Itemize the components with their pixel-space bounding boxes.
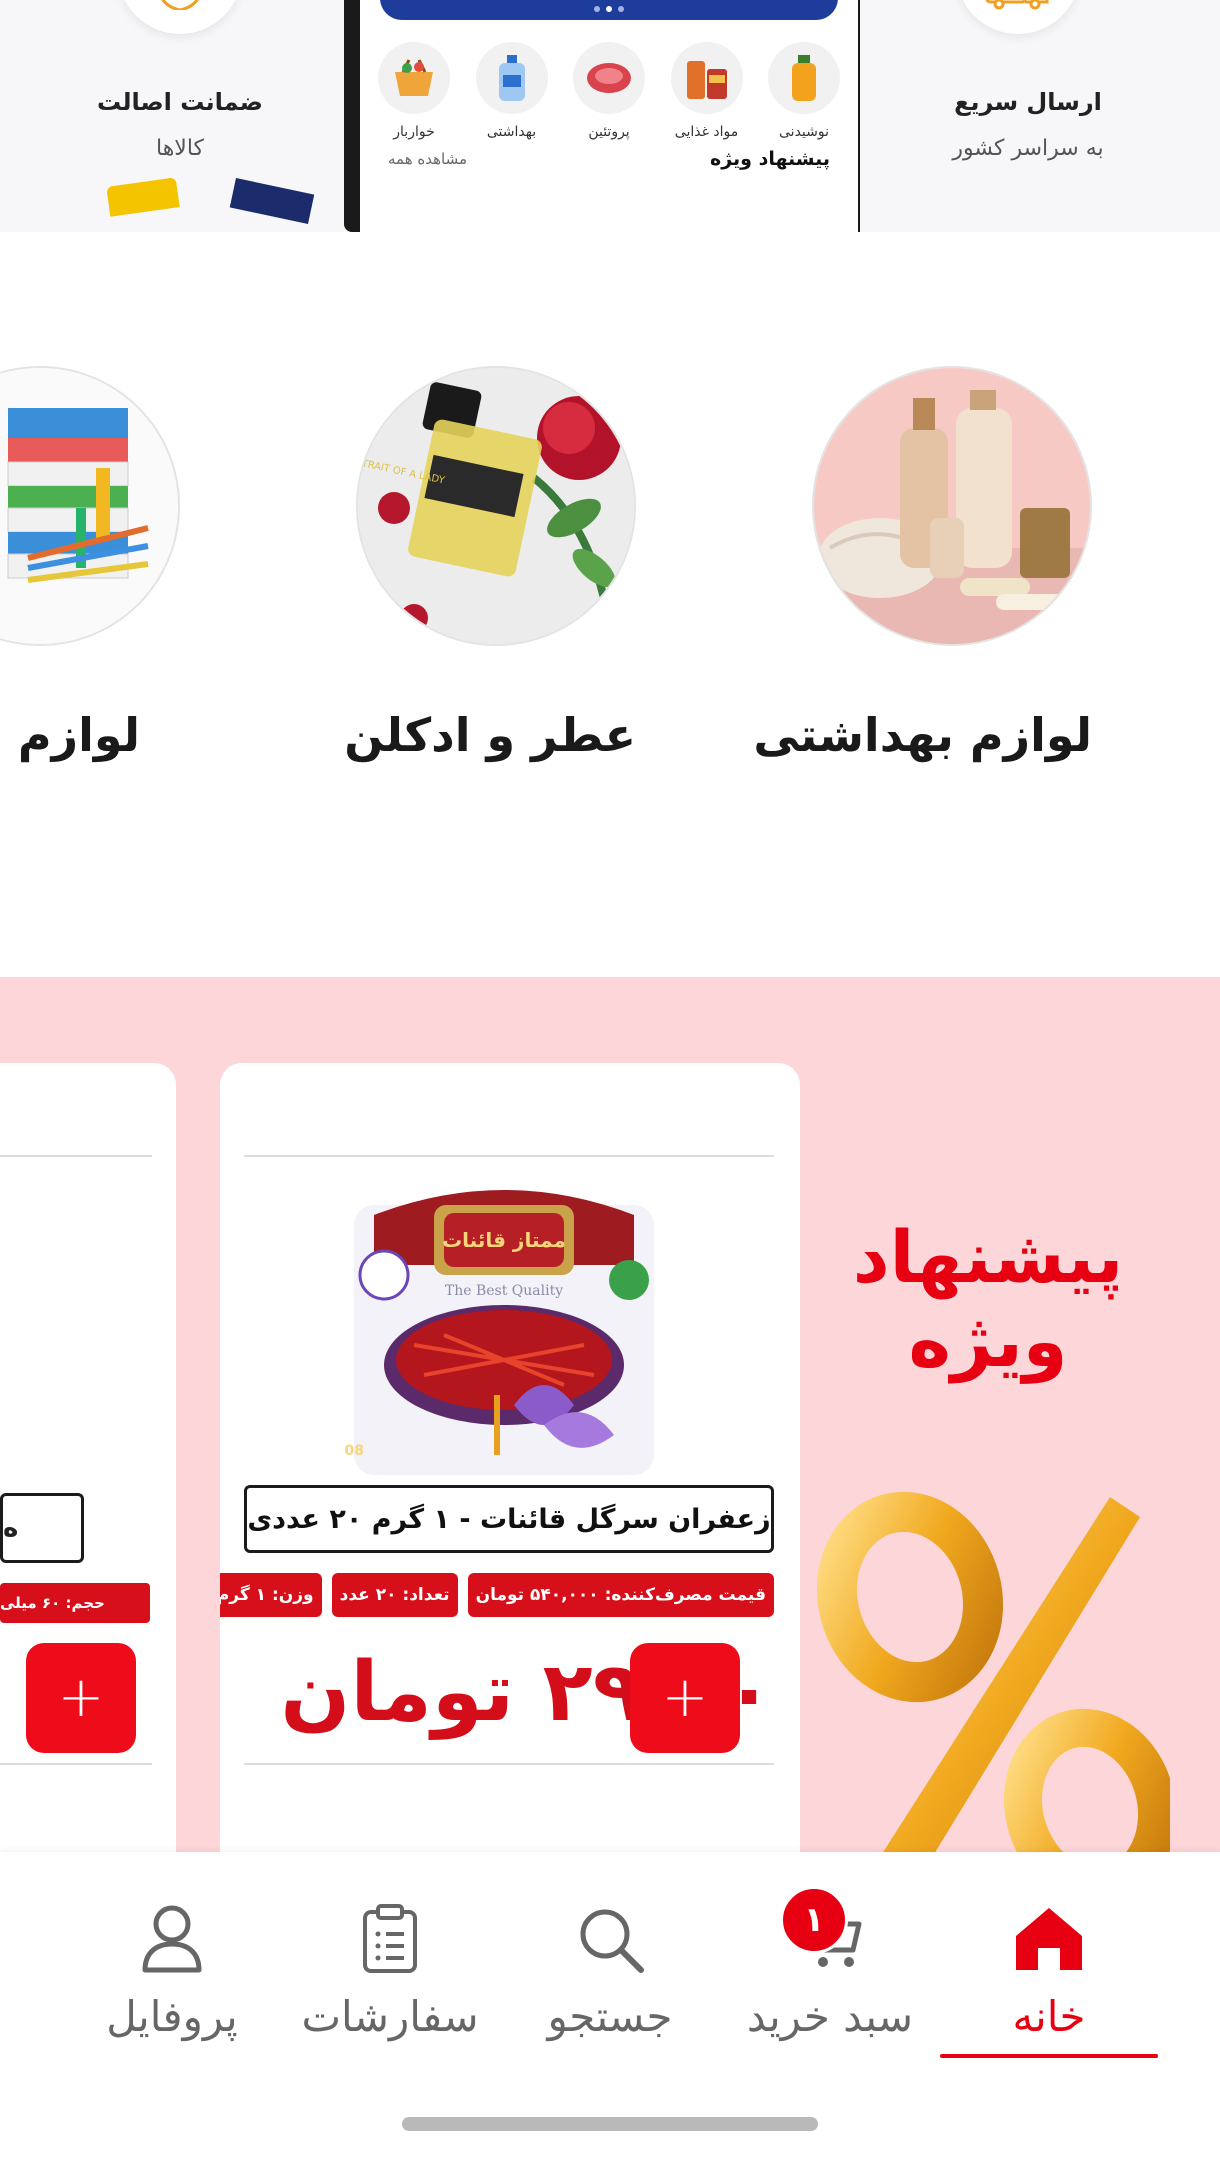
- product-tag: حجم: ۶۰ میلی: [0, 1583, 150, 1623]
- svg-text:The Best Quality: The Best Quality: [445, 1283, 563, 1299]
- product-name: زعفران سرگل قائنات - ۱ گرم ۲۰ عددی: [244, 1485, 774, 1553]
- hygiene-bottle-icon: [475, 42, 548, 114]
- divider: [0, 1763, 152, 1765]
- category-label: لوازم: [17, 708, 140, 762]
- meat-icon: [573, 42, 645, 114]
- perfume-bottle-photo: PORTRAIT OF A LADY: [356, 366, 636, 646]
- user-icon: [72, 1894, 272, 1984]
- product-card[interactable]: ه حجم: ۶۰ میلی +: [0, 1063, 176, 1852]
- authenticity-feature-card: ضمانت اصالت کالاها: [0, 0, 360, 232]
- phone-category-row: نوشیدنی مواد غذایی پروتئین بهداشتی خوارب…: [376, 42, 842, 140]
- product-card[interactable]: ممتاز قائنات The Best Quality 4.608 gr. …: [220, 1063, 800, 1852]
- nav-label: خانه: [1012, 1992, 1086, 2041]
- category-label: عطر و ادکلن: [344, 708, 636, 762]
- home-icon: [949, 1894, 1149, 1984]
- system-home-indicator[interactable]: [402, 2117, 818, 2131]
- product-tag: قیمت مصرف‌کننده: ۵۴۰,۰۰۰ تومان: [467, 1573, 774, 1617]
- category-label: لوازم بهداشتی: [753, 708, 1092, 762]
- category-perfume[interactable]: PORTRAIT OF A LADY عطر و ادکلن: [344, 366, 636, 762]
- stationery-photo: [0, 366, 180, 646]
- nav-search[interactable]: جستجو: [510, 1894, 710, 2041]
- decorative-shape: [106, 177, 180, 217]
- add-to-cart-button[interactable]: +: [630, 1643, 740, 1753]
- decorative-shape: [229, 178, 315, 224]
- svg-text:4.608 gr.: 4.608 gr.: [344, 1443, 364, 1459]
- nav-profile[interactable]: پروفایل: [72, 1894, 272, 2041]
- nav-label: جستجو: [547, 1992, 673, 2041]
- fast-shipping-feature-card: ارسال سریع به سراسر کشور: [860, 0, 1220, 232]
- search-icon: [510, 1894, 710, 1984]
- phone-category-hygiene: بهداشتی: [474, 42, 550, 140]
- nav-label: سبد خرید: [746, 1992, 914, 2041]
- product-tag: وزن: ۱ گرم: [220, 1573, 322, 1617]
- drink-bottle-icon: [768, 42, 840, 114]
- category-carousel[interactable]: لوازم بهداشتی PORTRAIT OF A LADY عطر و ا…: [0, 232, 1220, 977]
- canned-food-icon: [670, 42, 743, 114]
- add-to-cart-button[interactable]: +: [26, 1643, 136, 1753]
- hygiene-products-photo: [812, 366, 1092, 646]
- category-hygiene[interactable]: لوازم بهداشتی: [753, 366, 1092, 762]
- svg-text:ممتاز قائنات: ممتاز قائنات: [442, 1228, 566, 1252]
- special-offer-section[interactable]: پیشنهاد ویژه ممتاز قائنات The Best Quali…: [0, 977, 1220, 1852]
- phone-mockup: نوشیدنی مواد غذایی پروتئین بهداشتی خوارب…: [344, 0, 874, 232]
- clipboard-list-icon: [290, 1894, 490, 1984]
- phone-category-protein: پروتئین: [571, 42, 647, 140]
- percent-icon: [810, 1477, 1177, 1852]
- truck-icon: [956, 0, 1080, 34]
- phone-category-food: مواد غذایی: [669, 42, 745, 140]
- divider: [0, 1155, 152, 1157]
- phone-slider-header: [380, 0, 838, 20]
- cart-count-badge: ۱: [780, 1886, 848, 1954]
- phone-category-grocery: خواربار: [376, 42, 452, 140]
- nav-orders[interactable]: سفارشات: [290, 1894, 490, 2041]
- nav-label: پروفایل: [106, 1992, 238, 2041]
- nav-cart[interactable]: ۱ سبد خرید: [730, 1886, 930, 2041]
- phone-category-drinks: نوشیدنی: [766, 42, 842, 140]
- bottom-navigation: خانه ۱ سبد خرید جستجو سفارشات پروفایل: [0, 1852, 1220, 2169]
- product-name: ه: [0, 1493, 84, 1563]
- active-tab-indicator: [940, 2054, 1158, 2058]
- phone-see-all-link: مشاهده همه: [388, 150, 468, 168]
- promo-banner[interactable]: ضمانت اصالت کالاها نوشیدنی مواد غذایی پر…: [0, 0, 1220, 232]
- fast-shipping-subtitle: به سراسر کشور: [952, 136, 1104, 161]
- product-tags: قیمت مصرف‌کننده: ۵۴۰,۰۰۰ تومان تعداد: ۲۰…: [220, 1573, 774, 1617]
- shield-check-icon: [118, 0, 242, 34]
- special-offer-title: پیشنهاد ویژه: [852, 1215, 1124, 1383]
- category-stationery[interactable]: لوازم: [0, 366, 180, 762]
- fast-shipping-title: ارسال سریع: [954, 88, 1102, 116]
- cart-icon: ۱: [730, 1886, 930, 1984]
- grocery-basket-icon: [378, 42, 450, 114]
- authenticity-subtitle: کالاها: [155, 136, 205, 161]
- product-tag: تعداد: ۲۰ عدد: [331, 1573, 458, 1617]
- nav-label: سفارشات: [301, 1992, 479, 2041]
- authenticity-title: ضمانت اصالت: [97, 88, 263, 116]
- phone-offer-title: پیشنهاد ویژه: [709, 148, 830, 170]
- nav-home[interactable]: خانه: [949, 1894, 1149, 2041]
